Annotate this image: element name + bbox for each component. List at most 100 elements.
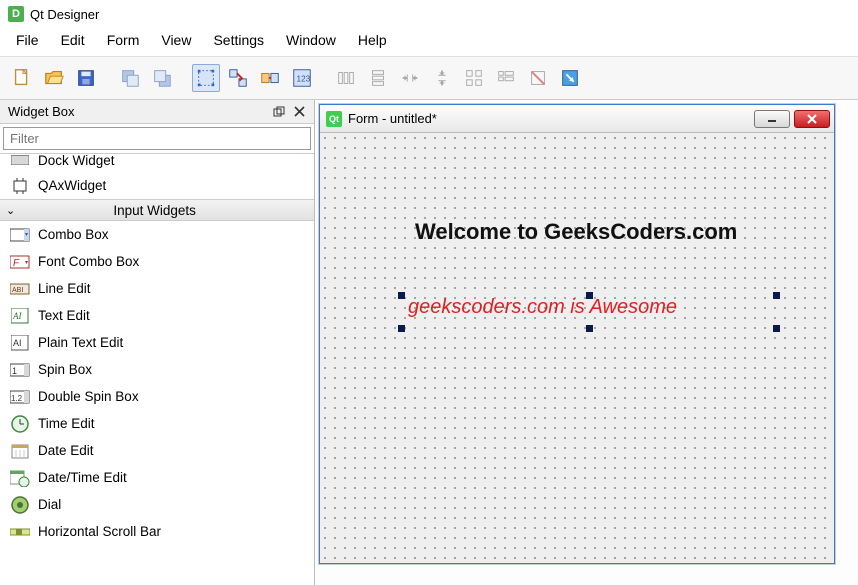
form-titlebar[interactable]: Qt Form - untitled* xyxy=(320,105,834,133)
menu-form[interactable]: Form xyxy=(97,30,150,50)
widget-tree[interactable]: Dock Widget QAxWidget ⌄ Input Widgets Co… xyxy=(0,154,314,585)
chevron-down-icon: ⌄ xyxy=(4,204,15,217)
selection-handle-icon[interactable] xyxy=(773,325,780,332)
toolbar: 123 xyxy=(0,56,858,100)
new-file-button[interactable] xyxy=(8,64,36,92)
qt-icon: Qt xyxy=(326,111,342,127)
selection-handle-icon[interactable] xyxy=(398,325,405,332)
widget-box-panel: Widget Box Dock Widget QAxWidget xyxy=(0,100,315,585)
tree-item-dial[interactable]: Dial xyxy=(0,491,314,518)
break-layout-button[interactable] xyxy=(524,64,552,92)
line-edit-icon: ABI xyxy=(10,280,30,298)
svg-text:1: 1 xyxy=(12,366,17,376)
svg-text:AI: AI xyxy=(13,338,22,348)
time-edit-icon xyxy=(10,415,30,433)
layout-vertical-button[interactable] xyxy=(364,64,392,92)
menubar: File Edit Form View Settings Window Help xyxy=(0,28,858,56)
dock-widget-icon xyxy=(10,154,30,168)
save-button[interactable] xyxy=(72,64,100,92)
svg-text:1.2: 1.2 xyxy=(11,394,23,403)
app-titlebar: D Qt Designer xyxy=(0,0,858,28)
layout-horizontal-button[interactable] xyxy=(332,64,360,92)
adjust-size-button[interactable] xyxy=(556,64,584,92)
tree-item-label: Dock Widget xyxy=(38,154,115,168)
form-title: Form - untitled* xyxy=(348,111,750,126)
tree-item-text-edit[interactable]: AI Text Edit xyxy=(0,302,314,329)
selection-handle-icon[interactable] xyxy=(586,292,593,299)
svg-text:ABI: ABI xyxy=(12,287,23,294)
dock-undock-button[interactable] xyxy=(270,104,288,120)
datetime-edit-icon xyxy=(10,469,30,487)
form-canvas[interactable]: Welcome to GeeksCoders.com geekscoders.c… xyxy=(320,133,834,563)
widget-box-header: Widget Box xyxy=(0,100,314,124)
edit-signals-button[interactable] xyxy=(224,64,252,92)
edit-widgets-button[interactable] xyxy=(192,64,220,92)
app-icon: D xyxy=(8,6,24,22)
filter-row xyxy=(0,124,314,154)
open-file-button[interactable] xyxy=(40,64,68,92)
label-awesome-selected[interactable]: geekscoders.com is Awesome xyxy=(402,296,776,328)
hscrollbar-icon xyxy=(10,523,30,541)
spin-box-icon: 1 xyxy=(10,361,30,379)
menu-view[interactable]: View xyxy=(151,30,201,50)
layout-v-splitter-button[interactable] xyxy=(428,64,456,92)
menu-window[interactable]: Window xyxy=(276,30,346,50)
menu-help[interactable]: Help xyxy=(348,30,397,50)
tree-section-input-widgets[interactable]: ⌄ Input Widgets xyxy=(0,199,314,221)
tree-item-hscrollbar[interactable]: Horizontal Scroll Bar xyxy=(0,518,314,545)
combo-box-icon xyxy=(10,226,30,244)
design-canvas[interactable]: Qt Form - untitled* Welcome to GeeksCode… xyxy=(315,100,858,585)
tree-item-label: Dial xyxy=(38,497,61,512)
tree-item-spin-box[interactable]: 1 Spin Box xyxy=(0,356,314,383)
minimize-button[interactable] xyxy=(754,110,790,128)
close-panel-button[interactable] xyxy=(290,104,308,120)
selection-handle-icon[interactable] xyxy=(773,292,780,299)
double-spin-icon: 1.2 xyxy=(10,388,30,406)
selection-handle-icon[interactable] xyxy=(586,325,593,332)
tree-item-label: Font Combo Box xyxy=(38,254,139,269)
tree-item-qaxwidget[interactable]: QAxWidget xyxy=(0,172,314,199)
tree-item-label: Text Edit xyxy=(38,308,90,323)
tree-item-label: Spin Box xyxy=(38,362,92,377)
form-window[interactable]: Qt Form - untitled* Welcome to GeeksCode… xyxy=(319,104,835,564)
edit-tab-order-button[interactable]: 123 xyxy=(288,64,316,92)
tree-item-label: Combo Box xyxy=(38,227,109,242)
menu-edit[interactable]: Edit xyxy=(51,30,95,50)
selection-handle-icon[interactable] xyxy=(398,292,405,299)
close-button[interactable] xyxy=(794,110,830,128)
layout-grid-button[interactable] xyxy=(460,64,488,92)
svg-text:F: F xyxy=(13,258,20,269)
tree-item-label: Horizontal Scroll Bar xyxy=(38,524,161,539)
main-area: Widget Box Dock Widget QAxWidget xyxy=(0,100,858,585)
tree-item-dock-widget[interactable]: Dock Widget xyxy=(0,154,314,172)
tree-item-line-edit[interactable]: ABI Line Edit xyxy=(0,275,314,302)
tree-item-plain-text-edit[interactable]: AI Plain Text Edit xyxy=(0,329,314,356)
tree-item-date-edit[interactable]: Date Edit xyxy=(0,437,314,464)
tree-item-label: Date Edit xyxy=(38,443,94,458)
edit-buddies-button[interactable] xyxy=(256,64,284,92)
tree-item-double-spin-box[interactable]: 1.2 Double Spin Box xyxy=(0,383,314,410)
menu-file[interactable]: File xyxy=(6,30,49,50)
tree-item-combo-box[interactable]: Combo Box xyxy=(0,221,314,248)
dial-icon xyxy=(10,496,30,514)
label-awesome[interactable]: geekscoders.com is Awesome xyxy=(402,296,776,319)
tree-item-label: Time Edit xyxy=(38,416,95,431)
date-edit-icon xyxy=(10,442,30,460)
tree-section-label: Input Widgets xyxy=(21,203,310,218)
tree-item-label: Double Spin Box xyxy=(38,389,139,404)
tree-item-font-combo-box[interactable]: F Font Combo Box xyxy=(0,248,314,275)
layout-h-splitter-button[interactable] xyxy=(396,64,424,92)
svg-text:AI: AI xyxy=(12,311,22,321)
menu-settings[interactable]: Settings xyxy=(203,30,274,50)
tree-item-time-edit[interactable]: Time Edit xyxy=(0,410,314,437)
bring-front-button[interactable] xyxy=(148,64,176,92)
qax-widget-icon xyxy=(10,177,30,195)
tree-item-label: Line Edit xyxy=(38,281,91,296)
tree-item-datetime-edit[interactable]: Date/Time Edit xyxy=(0,464,314,491)
filter-input[interactable] xyxy=(3,127,311,150)
send-back-button[interactable] xyxy=(116,64,144,92)
label-welcome[interactable]: Welcome to GeeksCoders.com xyxy=(415,219,737,245)
layout-form-button[interactable] xyxy=(492,64,520,92)
font-combo-icon: F xyxy=(10,253,30,271)
plain-text-icon: AI xyxy=(10,334,30,352)
